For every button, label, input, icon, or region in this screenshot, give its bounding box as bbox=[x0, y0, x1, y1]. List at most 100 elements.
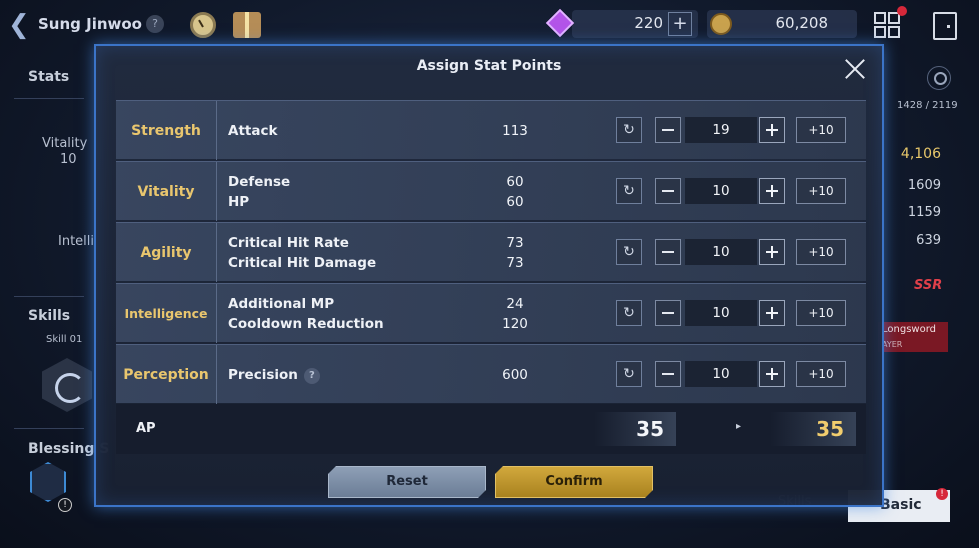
assign-stat-points-dialog: Assign Stat Points Strength Attack 113 ↻… bbox=[94, 44, 884, 507]
stat-row-perception: Perception Precision? 600 ↻ 10 +10 bbox=[116, 344, 866, 404]
attribute-values: 60 60 bbox=[490, 162, 540, 221]
attribute-name: Critical Hit Damage bbox=[228, 254, 377, 271]
stat-row-agility: Agility Critical Hit Rate Critical Hit D… bbox=[116, 222, 866, 282]
skill-slot-label: Skill 01 bbox=[46, 334, 83, 345]
point-count: 10 bbox=[685, 178, 757, 204]
player-name: Sung Jinwoo bbox=[38, 15, 142, 33]
ap-current-value: 35 bbox=[594, 412, 676, 446]
exit-door-icon[interactable] bbox=[933, 12, 957, 40]
attribute-list: Additional MP Cooldown Reduction bbox=[228, 284, 384, 343]
attribute-value: 73 bbox=[506, 234, 524, 251]
help-icon[interactable]: ? bbox=[303, 367, 320, 384]
attribute-value: 113 bbox=[502, 122, 528, 139]
reset-button[interactable]: Reset bbox=[328, 466, 486, 498]
reset-stat-icon[interactable]: ↻ bbox=[616, 361, 642, 387]
decrease-button[interactable] bbox=[655, 361, 681, 387]
attribute-name-wrap: Precision? bbox=[228, 365, 320, 385]
help-icon[interactable]: ? bbox=[146, 15, 164, 33]
stat-name: Vitality bbox=[116, 162, 217, 221]
add-ten-button[interactable]: +10 bbox=[796, 361, 846, 387]
skill-swirl-icon[interactable] bbox=[42, 358, 92, 412]
gold-coin-icon bbox=[710, 13, 732, 35]
stat-name: Intelligence bbox=[116, 284, 217, 343]
divider bbox=[14, 296, 84, 297]
decrease-button[interactable] bbox=[655, 239, 681, 265]
bg-intelligence-label: Intelli bbox=[58, 234, 95, 249]
reset-stat-icon[interactable]: ↻ bbox=[616, 239, 642, 265]
point-count: 19 bbox=[685, 117, 757, 143]
bg-stat-value: 1609 bbox=[907, 178, 941, 193]
divider bbox=[14, 98, 84, 99]
point-count: 10 bbox=[685, 361, 757, 387]
gems-value: 220 bbox=[634, 14, 663, 32]
stat-name: Strength bbox=[116, 101, 217, 160]
top-bar: ❮ Sung Jinwoo ? 220 + 60,208 bbox=[0, 0, 979, 50]
decrease-button[interactable] bbox=[655, 117, 681, 143]
attribute-name: HP bbox=[228, 193, 250, 210]
gift-icon[interactable] bbox=[233, 12, 261, 38]
attribute-values: 113 bbox=[490, 101, 540, 160]
locked-slot-icon[interactable] bbox=[30, 462, 66, 502]
increase-button[interactable] bbox=[759, 300, 785, 326]
attribute-value: 73 bbox=[506, 254, 524, 271]
increase-button[interactable] bbox=[759, 117, 785, 143]
attribute-list: Critical Hit Rate Critical Hit Damage bbox=[228, 223, 376, 282]
weapon-type: AYER bbox=[882, 340, 903, 349]
notification-badge bbox=[897, 6, 907, 16]
reset-stat-icon[interactable]: ↻ bbox=[616, 117, 642, 143]
stat-name: Perception bbox=[116, 345, 217, 404]
attribute-value: 24 bbox=[506, 295, 524, 312]
increase-button[interactable] bbox=[759, 361, 785, 387]
add-gems-button[interactable]: + bbox=[668, 12, 692, 36]
close-icon[interactable] bbox=[844, 58, 866, 80]
attribute-list: Precision? bbox=[228, 345, 320, 404]
search-icon[interactable] bbox=[927, 66, 951, 90]
weapon-name: Longsword bbox=[882, 324, 936, 335]
attribute-values: 600 bbox=[490, 345, 540, 404]
stat-row-intelligence: Intelligence Additional MP Cooldown Redu… bbox=[116, 283, 866, 343]
stat-row-vitality: Vitality Defense HP 60 60 ↻ 10 +10 bbox=[116, 161, 866, 221]
alert-badge: ! bbox=[58, 498, 72, 512]
attribute-value: 120 bbox=[502, 315, 528, 332]
attribute-name: Defense bbox=[228, 173, 291, 190]
increase-button[interactable] bbox=[759, 178, 785, 204]
reset-stat-icon[interactable]: ↻ bbox=[616, 178, 642, 204]
attribute-values: 24 120 bbox=[490, 284, 540, 343]
attribute-value: 60 bbox=[506, 193, 524, 210]
attribute-list: Attack bbox=[228, 101, 277, 160]
back-arrow-icon[interactable]: ❮ bbox=[8, 10, 34, 40]
attribute-name: Critical Hit Rate bbox=[228, 234, 349, 251]
bg-vitality-label: Vitality bbox=[42, 136, 88, 151]
gold-value: 60,208 bbox=[775, 14, 829, 32]
total-power-value: 4,106 bbox=[900, 146, 941, 162]
decrease-button[interactable] bbox=[655, 300, 681, 326]
decrease-button[interactable] bbox=[655, 178, 681, 204]
ap-summary-row: AP 35 ▸ 35 bbox=[116, 404, 866, 454]
stat-name: Agility bbox=[116, 223, 217, 282]
confirm-button[interactable]: Confirm bbox=[495, 466, 653, 498]
add-ten-button[interactable]: +10 bbox=[796, 178, 846, 204]
attribute-name: Cooldown Reduction bbox=[228, 315, 384, 332]
add-ten-button[interactable]: +10 bbox=[796, 300, 846, 326]
increase-button[interactable] bbox=[759, 239, 785, 265]
clock-icon[interactable] bbox=[190, 12, 216, 38]
stat-row-strength: Strength Attack 113 ↻ 19 +10 bbox=[116, 100, 866, 160]
level-exp: 1428 / 2119 bbox=[897, 100, 958, 111]
reset-stat-icon[interactable]: ↻ bbox=[616, 300, 642, 326]
stats-heading: Stats bbox=[28, 69, 70, 85]
gem-icon bbox=[545, 8, 575, 38]
ap-label: AP bbox=[136, 421, 156, 436]
attribute-value: 60 bbox=[506, 173, 524, 190]
divider bbox=[14, 428, 84, 429]
bg-vitality-value: 10 bbox=[60, 152, 77, 167]
attribute-name: Attack bbox=[228, 122, 278, 139]
point-count: 10 bbox=[685, 239, 757, 265]
skills-heading: Skills bbox=[28, 308, 71, 324]
rarity-badge: SSR bbox=[914, 278, 943, 293]
add-ten-button[interactable]: +10 bbox=[796, 239, 846, 265]
arrow-right-icon: ▸ bbox=[736, 421, 742, 432]
add-ten-button[interactable]: +10 bbox=[796, 117, 846, 143]
dialog-title: Assign Stat Points bbox=[416, 58, 562, 74]
attribute-values: 73 73 bbox=[490, 223, 540, 282]
menu-grid-icon[interactable] bbox=[874, 12, 902, 40]
